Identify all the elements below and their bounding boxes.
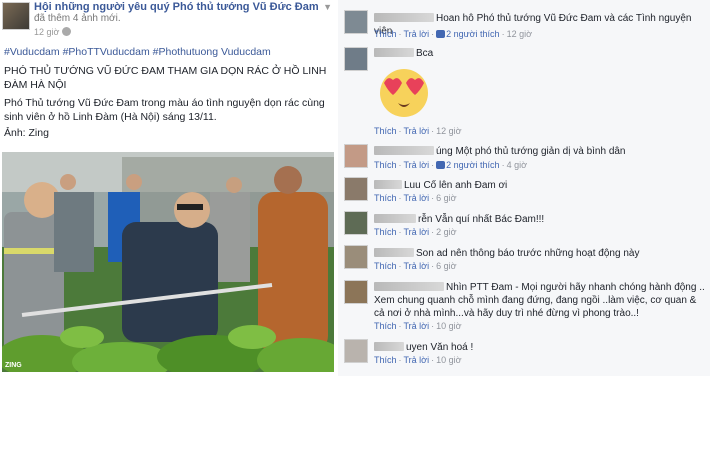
group-name-link[interactable]: Hội những người yêu quý Phó thủ tướng Vũ…: [34, 1, 319, 13]
reply-link[interactable]: Trả lời: [404, 160, 430, 170]
comment-actions: Thích · Trả lời · 12 giờ: [374, 126, 462, 136]
commenter-avatar[interactable]: [344, 10, 368, 34]
reply-link[interactable]: Trả lời: [404, 29, 430, 39]
like-link[interactable]: Thích: [374, 355, 397, 365]
commenter-avatar[interactable]: [344, 211, 368, 235]
like-link[interactable]: Thích: [374, 261, 397, 271]
like-link[interactable]: Thích: [374, 160, 397, 170]
comment-actions: Thích · Trả lời · 6 giờ: [374, 261, 457, 271]
post-header: Hội những người yêu quý Phó thủ tướng Vũ…: [0, 0, 336, 42]
comment-time[interactable]: 12 giờ: [436, 126, 461, 136]
like-link[interactable]: Thích: [374, 193, 397, 203]
globe-icon: [62, 27, 72, 36]
post-card: Hội những người yêu quý Phó thủ tướng Vũ…: [0, 0, 336, 375]
post-added-text: đã thêm 4 ảnh mới.: [34, 13, 121, 24]
blurred-name: [374, 146, 434, 155]
blurred-name: [374, 48, 414, 57]
blurred-name: [374, 180, 402, 189]
comment-actions: Thích · Trả lời · 2 giờ: [374, 227, 457, 237]
comment-actions: Thích · Trả lời · 6 giờ: [374, 193, 457, 203]
reply-link[interactable]: Trả lời: [404, 227, 430, 237]
blurred-name: [374, 342, 404, 351]
comment-text: Nhìn PTT Đam - Mọi người hãy nhanh chóng…: [374, 282, 705, 319]
chevron-down-icon[interactable]: ▼: [323, 2, 332, 12]
comment-list: Hoan hô Phó thủ tướng Vũ Đức Đam và các …: [338, 0, 710, 376]
comment-actions: Thích · Trả lời · 10 giờ: [374, 355, 462, 365]
post-time[interactable]: 12 giờ: [34, 27, 72, 37]
post-photo[interactable]: ZING: [2, 152, 334, 372]
commenter-avatar[interactable]: [344, 47, 368, 71]
reply-link[interactable]: Trả lời: [404, 193, 430, 203]
commenter-avatar[interactable]: [344, 177, 368, 201]
comment-time[interactable]: 10 giờ: [436, 355, 461, 365]
post-hashtags[interactable]: #Vuducdam #PhoTTVuducdam #Phothutuong Vu…: [4, 46, 271, 58]
comment-actions: Thích · Trả lời · 2 người thích · 12 giờ: [374, 29, 532, 39]
comment-text: Luu Cố lên anh Đam ơi: [374, 179, 507, 192]
post-paragraph: Phó Thủ tướng Vũ Đức Đam trong màu áo tì…: [4, 97, 325, 123]
comment-time[interactable]: 4 giờ: [507, 160, 527, 170]
blurred-name: [374, 13, 434, 22]
like-count[interactable]: 2 người thích: [446, 29, 499, 39]
commenter-avatar[interactable]: [344, 339, 368, 363]
commenter-avatar[interactable]: [344, 245, 368, 269]
like-count[interactable]: 2 người thích: [446, 160, 499, 170]
comment-text: uyen Văn hoá !: [374, 341, 473, 354]
photo-watermark: ZING: [5, 362, 22, 369]
like-icon: [436, 161, 446, 169]
comment-time[interactable]: 6 giờ: [436, 261, 456, 271]
comment-time[interactable]: 10 giờ: [436, 321, 461, 331]
post-headline: PHÓ THỦ TƯỚNG VŨ ĐỨC ĐAM THAM GIA DỌN RÁ…: [4, 65, 327, 91]
comment-text: Son ad nên thông báo trước những hoạt độ…: [374, 247, 639, 260]
comment-text: rễn Vẫn quí nhất Bác Đam!!!: [374, 213, 544, 226]
comment-text: úng Một phó thủ tướng giản dị và bình dâ…: [374, 145, 626, 158]
comment-time[interactable]: 2 giờ: [436, 227, 456, 237]
reply-link[interactable]: Trả lời: [404, 355, 430, 365]
like-link[interactable]: Thích: [374, 321, 397, 331]
comment-time[interactable]: 6 giờ: [436, 193, 456, 203]
reply-link[interactable]: Trả lời: [404, 321, 430, 331]
comment-actions: Thích · Trả lời · 10 giờ: [374, 321, 462, 331]
photo-illustration: [2, 152, 334, 372]
blurred-name: [374, 214, 416, 223]
post-credit: Ảnh: Zing: [4, 127, 49, 139]
like-link[interactable]: Thích: [374, 29, 397, 39]
group-avatar[interactable]: [2, 2, 30, 30]
like-icon: [436, 30, 446, 38]
comment-text: Bca: [374, 47, 433, 60]
comment-time[interactable]: 12 giờ: [507, 29, 532, 39]
like-link[interactable]: Thích: [374, 126, 397, 136]
comment-actions: Thích · Trả lời · 2 người thích · 4 giờ: [374, 160, 527, 170]
blurred-name: [374, 282, 444, 291]
commenter-avatar[interactable]: [344, 144, 368, 168]
reply-link[interactable]: Trả lời: [404, 126, 430, 136]
heart-eyes-emoji: [380, 69, 428, 117]
reply-link[interactable]: Trả lời: [404, 261, 430, 271]
like-link[interactable]: Thích: [374, 227, 397, 237]
commenter-avatar[interactable]: [344, 280, 368, 304]
blurred-name: [374, 248, 414, 257]
